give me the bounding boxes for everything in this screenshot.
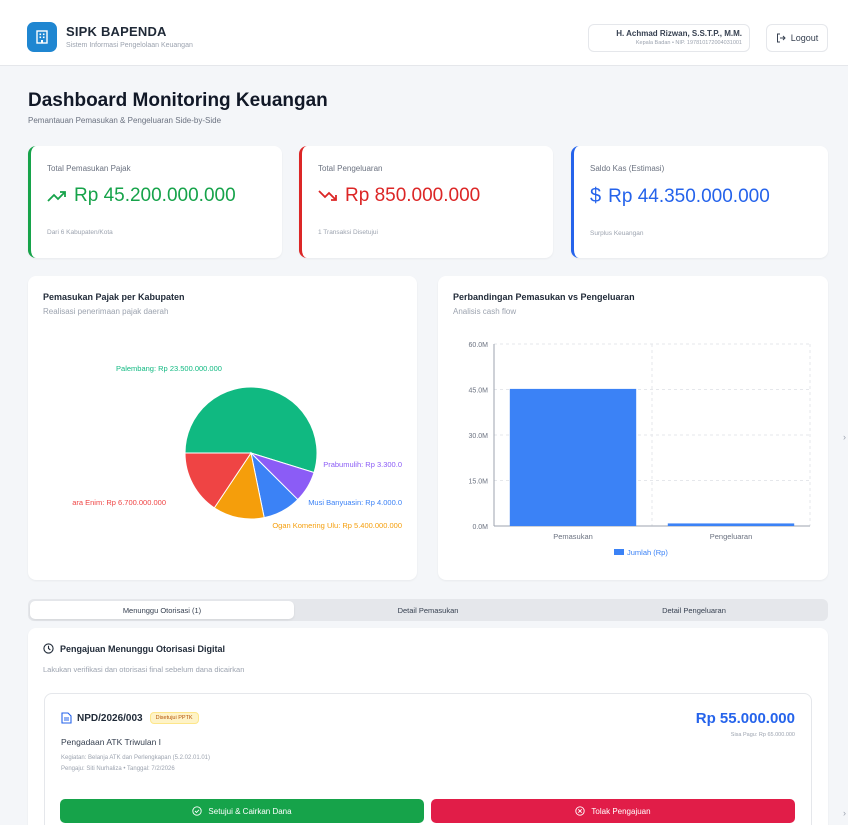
y-tick-label: 30.0M <box>469 433 489 440</box>
stat-value: Rp 44.350.000.000 <box>608 185 770 207</box>
tab-income-detail[interactable]: Detail Pemasukan <box>296 601 560 619</box>
app-subtitle: Sistem Informasi Pengelolaan Keuangan <box>66 42 193 49</box>
y-tick-label: 15.0M <box>469 479 489 486</box>
stat-card-income: Total Pemasukan Pajak Rp 45.200.000.000 … <box>28 146 282 258</box>
y-tick-label: 60.0M <box>469 342 489 349</box>
x-tick-label: Pengeluaran <box>710 532 753 541</box>
app-title: SIPK BAPENDA <box>66 24 167 39</box>
trending-up-icon <box>47 191 66 202</box>
y-tick-label: 45.0M <box>469 388 489 395</box>
pie-label: Ogan Komering Ulu: Rp 5.400.000.000 <box>272 521 402 530</box>
document-icon <box>61 712 72 724</box>
approve-button[interactable]: Setujui & Cairkan Dana <box>60 799 424 823</box>
logout-icon <box>776 33 786 43</box>
scroll-down-icon[interactable]: › <box>843 808 846 818</box>
submission-amount: Rp 55.000.000 <box>695 710 795 727</box>
stat-value-row: $ Rp 44.350.000.000 <box>590 185 828 208</box>
remaining-budget: Sisa Pagu: Rp 65.000.000 <box>730 732 795 738</box>
app-logo <box>27 22 57 52</box>
top-header: SIPK BAPENDA Sistem Informasi Pengelolaa… <box>0 0 848 66</box>
pie-label: Prabumulih: Rp 3.300.0 <box>323 460 402 469</box>
bar-chart-card: Perbandingan Pemasukan vs Pengeluaran An… <box>438 276 828 580</box>
submission-submitter: Pengaju: Siti Nurhaliza • Tanggal: 7/2/2… <box>61 766 175 772</box>
submission-header: NPD/2026/003 Disetujui PPTK <box>61 712 199 724</box>
trending-down-icon <box>318 190 337 201</box>
legend-label: Jumlah (Rp) <box>627 548 668 557</box>
user-name: H. Achmad Rizwan, S.S.T.P., M.M. <box>616 29 742 38</box>
page-title: Dashboard Monitoring Keuangan <box>28 90 328 111</box>
y-tick-label: 0.0M <box>472 524 488 531</box>
pie-chart-card: Pemasukan Pajak per Kabupaten Realisasi … <box>28 276 417 580</box>
submission-code: NPD/2026/003 <box>77 712 143 724</box>
submission-activity: Kegiatan: Belanja ATK dan Perlengkapan (… <box>61 755 210 761</box>
reject-label: Tolak Pengajuan <box>591 806 651 816</box>
pie-label: ara Enim: Rp 6.700.000.000 <box>72 498 166 507</box>
stat-note: Surplus Keuangan <box>590 230 644 237</box>
dollar-icon: $ <box>590 185 602 207</box>
pie-label: Palembang: Rp 23.500.000.000 <box>116 364 222 373</box>
bar-chart: 0.0M 15.0M 30.0M 45.0M 60.0M Pemasukan Pengelu… <box>469 342 811 557</box>
stat-note: Dari 6 Kabupaten/Kota <box>47 229 113 236</box>
tab-pending-authorization[interactable]: Menunggu Otorisasi (1) <box>30 601 294 619</box>
clock-icon <box>43 643 54 654</box>
status-badge: Disetujui PPTK <box>149 712 199 724</box>
stat-value-row: Rp 850.000.000 <box>318 185 553 207</box>
reject-button[interactable]: Tolak Pengajuan <box>431 799 795 823</box>
building-icon <box>36 30 48 44</box>
check-circle-icon <box>192 806 203 816</box>
pie-label: Musi Banyuasin: Rp 4.000.0 <box>308 498 402 507</box>
stat-value-row: Rp 45.200.000.000 <box>47 185 282 207</box>
bar-pemasukan[interactable] <box>509 388 637 526</box>
tab-bar: Menunggu Otorisasi (1) Detail Pemasukan … <box>28 599 828 621</box>
page-subtitle: Pemantauan Pemasukan & Pengeluaran Side-… <box>28 116 222 125</box>
pie-chart: Palembang: Rp 23.500.000.000 Prabumulih: … <box>72 364 402 530</box>
tab-expense-detail[interactable]: Detail Pengeluaran <box>562 601 826 619</box>
x-tick-label: Pemasukan <box>553 532 593 541</box>
x-circle-icon <box>575 806 586 816</box>
stat-value: Rp 45.200.000.000 <box>74 185 236 206</box>
stat-card-balance: Saldo Kas (Estimasi) $ Rp 44.350.000.000… <box>571 146 828 258</box>
bar-pengeluaran[interactable] <box>667 523 795 526</box>
authorization-title: Pengajuan Menunggu Otorisasi Digital <box>60 643 226 654</box>
logout-label: Logout <box>790 33 819 43</box>
approve-label: Setujui & Cairkan Dana <box>208 806 292 816</box>
stat-label: Saldo Kas (Estimasi) <box>590 164 665 173</box>
logout-button[interactable]: Logout <box>766 24 828 52</box>
stat-value: Rp 850.000.000 <box>345 185 481 206</box>
authorization-header: Pengajuan Menunggu Otorisasi Digital <box>43 643 225 654</box>
stat-note: 1 Transaksi Disetujui <box>318 229 378 236</box>
authorization-subtitle: Lakukan verifikasi dan otorisasi final s… <box>43 665 245 674</box>
user-info: H. Achmad Rizwan, S.S.T.P., M.M. Kepala … <box>588 24 750 52</box>
submission-name: Pengadaan ATK Triwulan I <box>61 737 162 747</box>
user-role: Kepala Badan • NIP. 197810172004031001 <box>635 40 742 46</box>
stat-label: Total Pemasukan Pajak <box>47 164 131 173</box>
stat-label: Total Pengeluaran <box>318 164 383 173</box>
stat-card-expense: Total Pengeluaran Rp 850.000.000 1 Trans… <box>299 146 553 258</box>
scroll-arrow-icon[interactable]: › <box>843 432 846 442</box>
legend-swatch <box>614 549 624 555</box>
